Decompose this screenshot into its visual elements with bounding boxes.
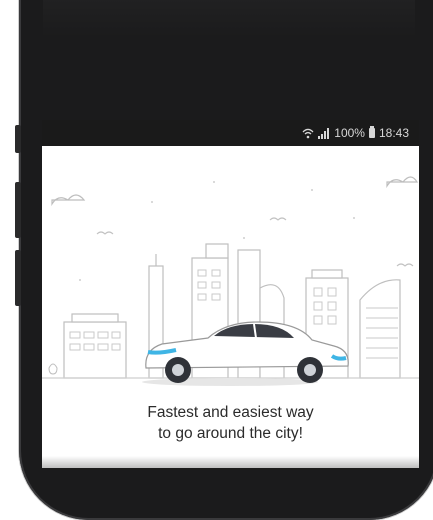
phone-screen: 100% 18:43 Fastest and easiest way to go… [42, 120, 419, 468]
bush [48, 363, 58, 375]
bezel-highlight [43, 0, 415, 38]
side-button-bottom [15, 250, 21, 306]
side-button-top [15, 125, 21, 153]
bird-right [396, 263, 414, 267]
status-bar: 100% 18:43 [42, 120, 419, 146]
signal-icon [318, 127, 330, 139]
battery-icon [368, 126, 375, 138]
bottom-shadow [42, 456, 419, 468]
cloud-right [386, 176, 419, 189]
bird-center [269, 217, 287, 221]
wifi-icon [302, 128, 314, 139]
bird-left [96, 231, 114, 235]
side-button-middle [15, 182, 21, 238]
cloud-left [51, 194, 86, 207]
city-taxi-illustration [42, 176, 419, 386]
onboarding-tagline: Fastest and easiest way to go around the… [42, 402, 419, 444]
status-time: 18:43 [378, 126, 409, 140]
tagline-line-2: to go around the city! [158, 425, 303, 442]
tagline-line-1: Fastest and easiest way [147, 404, 314, 421]
battery-percent: 100% [334, 126, 365, 140]
